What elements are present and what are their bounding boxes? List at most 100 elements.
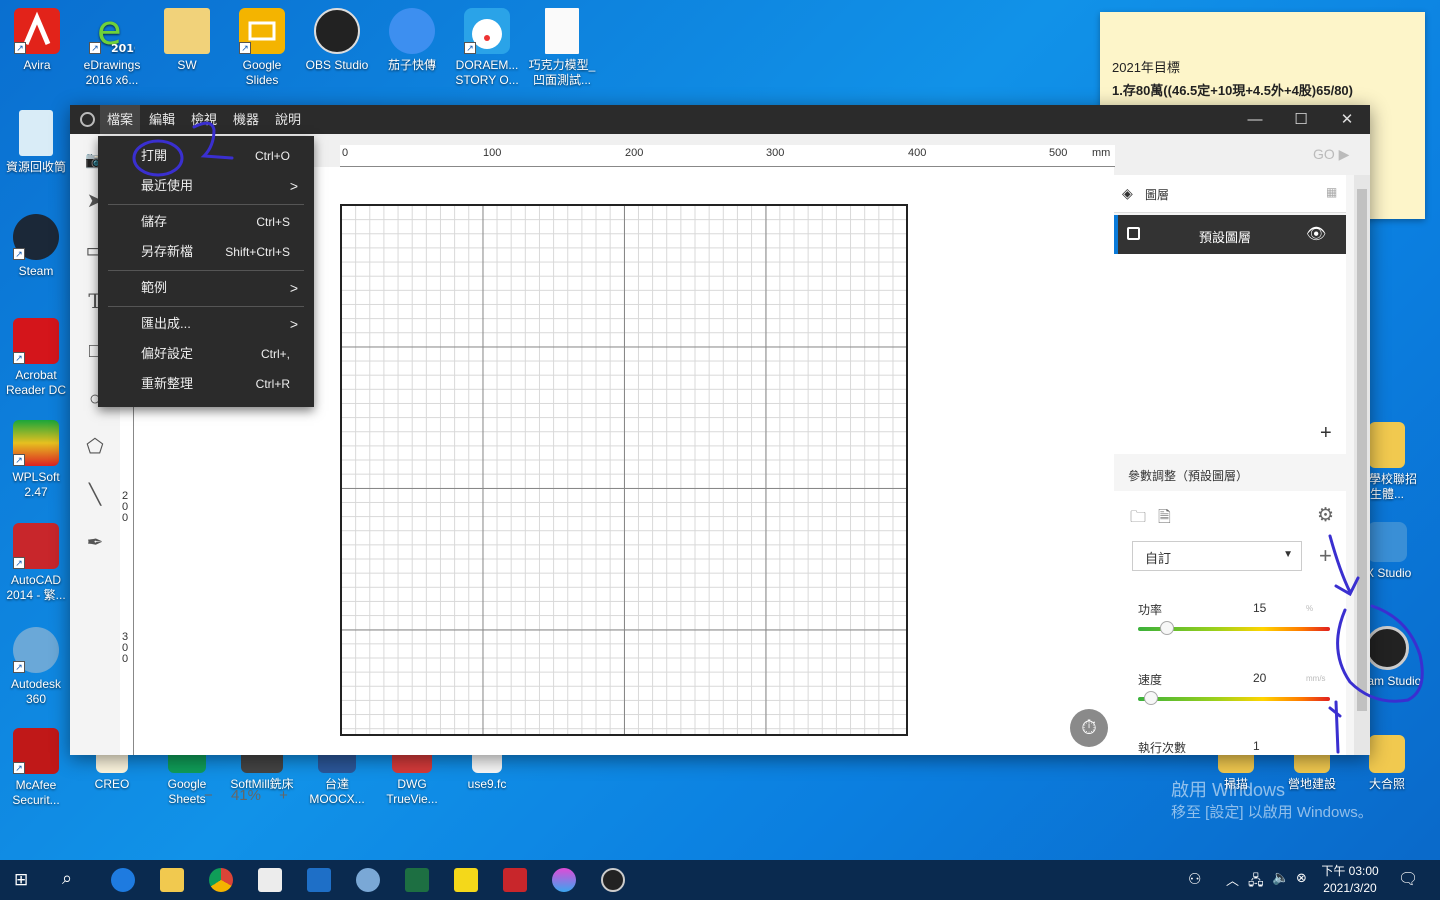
power-unit: % [1306,604,1314,613]
windows-start-icon[interactable]: ⊞ [14,870,34,890]
add-layer-button[interactable]: + [1320,422,1332,445]
speed-value[interactable]: 20 [1253,671,1266,685]
scrollbar-thumb[interactable] [1357,189,1367,711]
desktop-icon-autodesk360[interactable]: ↗ Autodesk 360 [0,627,72,707]
close-button[interactable]: ✕ [1324,105,1370,134]
power-value[interactable]: 15 [1253,601,1266,615]
desktop-icon-wplsoft[interactable]: ↗ WPLSoft 2.47 [0,420,72,500]
taskbar: ⊞ ⌕ ⚇ ︿ 🖧 🔈 ⊗ 下午 03:00 2021/3/20 🗨 [0,860,1440,900]
desktop-icon-sw[interactable]: SW [151,8,223,73]
grid-view-icon[interactable]: ▦ [1326,185,1337,199]
desktop-icon-google-slides[interactable]: ↗ Google Slides [226,8,298,88]
right-panel-scrollbar[interactable] [1354,175,1370,755]
file-explorer-icon[interactable] [160,868,184,892]
repeat-value[interactable]: 1 [1253,739,1260,753]
desktop-icon-avira[interactable]: ↗ Avira [1,8,73,73]
power-slider-thumb[interactable] [1159,621,1174,635]
desktop-icon-recycle-bin[interactable]: 資源回收筒 [0,110,72,175]
ruler-label: 300 [766,147,785,159]
menu-item-label: 打開 [141,148,168,163]
menu-view[interactable]: 檢視 [184,105,224,134]
notification-badge-icon[interactable]: ⊗ [1296,870,1307,886]
menu-item-preferences[interactable]: 偏好設定 Ctrl+, [98,339,314,369]
power-label: 功率 [1138,603,1163,617]
line-tool-icon[interactable]: ╲ [82,482,108,508]
paint-icon[interactable] [552,868,576,892]
sticky-notes-icon[interactable] [454,868,478,892]
desktop-icon-label: SW [177,58,197,72]
power-slider[interactable] [1138,621,1330,635]
polygon-tool-icon[interactable]: ⬠ [82,434,108,460]
beam-studio-taskbar-icon[interactable] [601,868,625,892]
desktop-icon-chocolate-model[interactable]: 巧克力模型_凹面測試... [526,8,598,88]
clock-date: 2021/3/20 [1323,881,1377,895]
menu-item-recent[interactable]: 最近使用 > [98,171,314,201]
taskbar-clock[interactable]: 下午 03:00 2021/3/20 [1318,863,1382,897]
zoom-control: − 41% + [204,787,288,804]
mail-icon[interactable] [307,868,331,892]
edge-icon[interactable] [111,868,135,892]
file-icon [545,8,579,54]
desktop-icon-mcafee[interactable]: ↗ McAfee Securit... [0,728,72,808]
zoom-in-button[interactable]: + [279,787,288,804]
maximize-button[interactable]: ☐ [1278,105,1324,134]
minimize-button[interactable]: — [1232,105,1278,134]
menu-item-reload[interactable]: 重新整理 Ctrl+R [98,369,314,399]
menu-item-export[interactable]: 匯出成... > [98,309,314,339]
menu-machine[interactable]: 機器 [226,105,266,134]
menu-item-examples[interactable]: 範例 > [98,273,314,303]
pen-tool-icon[interactable]: ✒ [82,530,108,556]
volume-icon[interactable]: 🔈 [1272,869,1289,886]
desktop-icon-edrawings[interactable]: e2016↗ eDrawings 2016 x6... [76,8,148,88]
file-menu-dropdown: 打開 Ctrl+O 最近使用 > 儲存 Ctrl+S 另存新檔 Shift+Ctrl+S… [98,136,314,407]
menu-item-label: 偏好設定 [141,346,194,361]
doraemon-icon: ↗ [464,8,510,54]
timer-icon[interactable]: ⏱ [1070,709,1108,747]
layer-row[interactable]: 預設圖層 👁 [1114,215,1346,254]
action-center-icon[interactable]: 🗨 [1398,869,1418,889]
desktop-icon-doraemon[interactable]: ↗ DORAEM... STORY O... [451,8,523,88]
preset-select[interactable]: 自訂 ▼ [1132,541,1302,571]
menu-item-save[interactable]: 儲存 Ctrl+S [98,207,314,237]
menu-item-open[interactable]: 打開 Ctrl+O [98,141,314,171]
menu-item-label: 匯出成... [141,316,191,331]
add-preset-button[interactable]: + [1319,543,1332,569]
chrome-icon[interactable] [209,868,233,892]
chevron-right-icon: > [289,280,298,296]
layer-checkbox[interactable] [1127,227,1140,240]
workarea-grid[interactable] [340,204,908,736]
svg-text:2016: 2016 [111,42,135,54]
desktop-icon-label: Avira [23,58,51,72]
menu-file[interactable]: 檔案 [100,105,141,134]
save-preset-icon[interactable]: 🗎 [1158,506,1171,533]
desktop-icon-label: 資源回收筒 [5,160,66,174]
go-button[interactable]: GO ▶ [1313,146,1349,163]
menu-item-label: 最近使用 [141,178,194,193]
snipping-tool-icon[interactable] [356,868,380,892]
store-icon[interactable] [258,868,282,892]
activation-watermark: 啟用 Windows [1171,780,1286,800]
eye-icon[interactable]: 👁 [1306,224,1326,244]
excel-icon[interactable] [405,868,429,892]
desktop-icon-steam[interactable]: ↗ Steam [0,214,72,279]
search-icon[interactable]: ⌕ [62,868,72,889]
menu-edit[interactable]: 編輯 [142,105,182,134]
speed-slider-thumb[interactable] [1144,691,1159,705]
people-icon[interactable]: ⚇ [1188,870,1201,888]
layers-title: 圖層 [1145,188,1170,202]
desktop-icon-acrobat[interactable]: ↗ Acrobat Reader DC [0,318,72,398]
zoom-out-button[interactable]: − [204,787,213,804]
folder-open-icon[interactable]: 🗀 [1130,506,1146,533]
menu-help[interactable]: 說明 [268,105,308,134]
speed-slider[interactable] [1138,691,1330,705]
ruler-unit: mm [1092,147,1111,159]
menu-item-save-as[interactable]: 另存新檔 Shift+Ctrl+S [98,237,314,267]
network-icon[interactable]: 🖧 [1248,870,1264,894]
desktop-icon-label: CREO [94,777,130,791]
gear-icon[interactable]: ⚙ [1317,504,1334,527]
autocad-taskbar-icon[interactable] [503,868,527,892]
desktop-icon-autocad[interactable]: ↗ AutoCAD 2014 - 繁... [0,523,72,603]
desktop-icon-obs[interactable]: OBS Studio [301,8,373,73]
desktop-icon-shareit[interactable]: 茄子快傳 [376,8,448,73]
chevron-up-icon[interactable]: ︿ [1226,870,1239,889]
